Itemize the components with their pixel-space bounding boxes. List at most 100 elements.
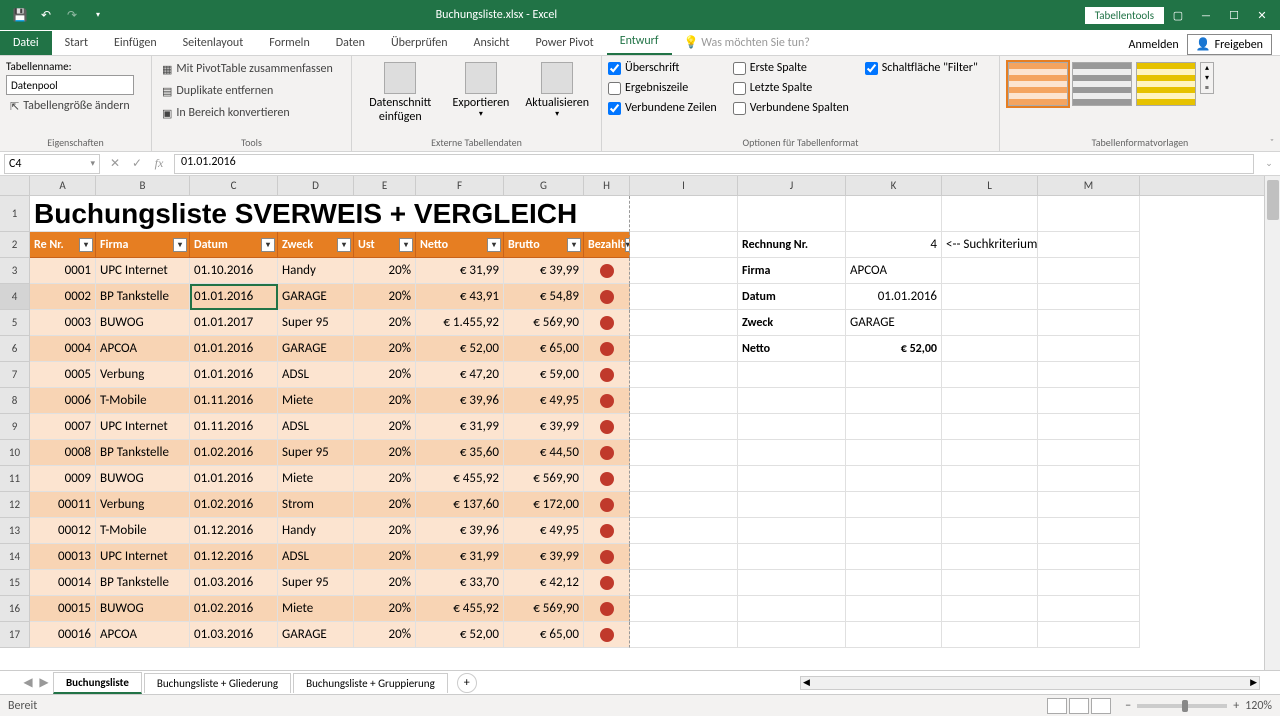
row-header-13[interactable]: 13 — [0, 518, 30, 544]
close-button[interactable]: ✕ — [1248, 4, 1276, 26]
cell[interactable]: 20% — [354, 544, 416, 570]
last-col-checkbox[interactable]: Letzte Spalte — [733, 80, 849, 96]
cell[interactable]: € 569,90 — [504, 466, 584, 492]
cell[interactable]: € 31,99 — [416, 544, 504, 570]
cell[interactable] — [584, 310, 630, 336]
cell[interactable] — [584, 596, 630, 622]
cell[interactable]: Handy — [278, 258, 354, 284]
zoom-level[interactable]: 120% — [1245, 699, 1272, 713]
table-header-5[interactable]: Netto▾ — [416, 232, 504, 258]
column-header-A[interactable]: A — [30, 176, 96, 195]
cell[interactable]: 01.02.2016 — [190, 492, 278, 518]
remove-duplicates-button[interactable]: ▤ Duplikate entfernen — [158, 82, 277, 100]
row-header-7[interactable]: 7 — [0, 362, 30, 388]
table-style-orange[interactable] — [1008, 62, 1068, 106]
maximize-button[interactable]: ☐ — [1220, 4, 1248, 26]
cell[interactable]: Miete — [278, 388, 354, 414]
zoom-slider[interactable] — [1137, 704, 1227, 708]
column-header-C[interactable]: C — [190, 176, 278, 195]
table-header-2[interactable]: Datum▾ — [190, 232, 278, 258]
cell[interactable]: € 52,00 — [416, 336, 504, 362]
cell[interactable] — [584, 258, 630, 284]
ribbon-options-button[interactable]: ▢ — [1164, 4, 1192, 26]
sheet-nav-prev[interactable]: ◀ — [20, 675, 36, 690]
column-header-D[interactable]: D — [278, 176, 354, 195]
cell[interactable]: € 137,60 — [416, 492, 504, 518]
minimize-button[interactable]: — — [1192, 4, 1220, 26]
column-header-I[interactable]: I — [630, 176, 738, 195]
cell[interactable]: 01.01.2017 — [190, 310, 278, 336]
cell[interactable]: 01.01.2016 — [190, 362, 278, 388]
cell[interactable]: 00012 — [30, 518, 96, 544]
sheet-tab-3[interactable]: Buchungsliste + Gruppierung — [293, 673, 448, 693]
cell[interactable]: € 65,00 — [504, 336, 584, 362]
cell[interactable] — [584, 622, 630, 648]
worksheet-grid[interactable]: ABCDEFGHIJKLM 1234567891011121314151617 … — [0, 176, 1280, 670]
column-header-G[interactable]: G — [504, 176, 584, 195]
table-header-4[interactable]: Ust▾ — [354, 232, 416, 258]
cell[interactable]: 01.01.2016 — [190, 466, 278, 492]
cell[interactable]: 00011 — [30, 492, 96, 518]
cell[interactable]: Verbung — [96, 362, 190, 388]
cell[interactable]: BUWOG — [96, 310, 190, 336]
row-header-10[interactable]: 10 — [0, 440, 30, 466]
view-normal-button[interactable] — [1047, 698, 1067, 714]
sheet-tab-2[interactable]: Buchungsliste + Gliederung — [144, 673, 291, 693]
pivot-summarize-button[interactable]: ▦ Mit PivotTable zusammenfassen — [158, 60, 337, 78]
cell[interactable] — [584, 518, 630, 544]
cell[interactable]: 0004 — [30, 336, 96, 362]
undo-button[interactable]: ↶ — [34, 3, 58, 27]
row-header-12[interactable]: 12 — [0, 492, 30, 518]
row-header-4[interactable]: 4 — [0, 284, 30, 310]
column-header-E[interactable]: E — [354, 176, 416, 195]
cell[interactable]: GARAGE — [278, 284, 354, 310]
cell[interactable]: € 42,12 — [504, 570, 584, 596]
cell[interactable]: Handy — [278, 518, 354, 544]
first-col-checkbox[interactable]: Erste Spalte — [733, 60, 849, 76]
cell[interactable]: 01.01.2016 — [190, 284, 278, 310]
cell[interactable]: 20% — [354, 466, 416, 492]
row-header-3[interactable]: 3 — [0, 258, 30, 284]
banded-cols-checkbox[interactable]: Verbundene Spalten — [733, 100, 849, 116]
cell[interactable]: 01.03.2016 — [190, 570, 278, 596]
cell[interactable] — [584, 284, 630, 310]
signin-link[interactable]: Anmelden — [1129, 38, 1179, 52]
cell[interactable]: 0002 — [30, 284, 96, 310]
cell[interactable]: Super 95 — [278, 310, 354, 336]
cell[interactable]: Miete — [278, 596, 354, 622]
cell[interactable]: 01.02.2016 — [190, 596, 278, 622]
cell[interactable]: 01.01.2016 — [190, 336, 278, 362]
cell[interactable]: 01.10.2016 — [190, 258, 278, 284]
cell[interactable]: 00015 — [30, 596, 96, 622]
cell[interactable]: 20% — [354, 440, 416, 466]
row-header-16[interactable]: 16 — [0, 596, 30, 622]
cell[interactable]: € 59,00 — [504, 362, 584, 388]
cell[interactable]: BUWOG — [96, 466, 190, 492]
insert-function-button[interactable]: fx — [148, 153, 170, 175]
cell[interactable]: € 31,99 — [416, 258, 504, 284]
cell[interactable]: 00014 — [30, 570, 96, 596]
tab-view[interactable]: Ansicht — [461, 31, 523, 55]
tab-review[interactable]: Überprüfen — [378, 31, 461, 55]
cell[interactable]: ADSL — [278, 544, 354, 570]
cell[interactable] — [584, 466, 630, 492]
cell[interactable]: 20% — [354, 414, 416, 440]
table-style-gray[interactable] — [1072, 62, 1132, 106]
cell[interactable]: 20% — [354, 388, 416, 414]
cell[interactable]: € 33,70 — [416, 570, 504, 596]
row-header-11[interactable]: 11 — [0, 466, 30, 492]
cell[interactable]: 20% — [354, 362, 416, 388]
header-row-checkbox[interactable]: Überschrift — [608, 60, 717, 76]
formula-enter-button[interactable]: ✓ — [126, 153, 148, 175]
tab-formulas[interactable]: Formeln — [256, 31, 322, 55]
cell[interactable]: UPC Internet — [96, 258, 190, 284]
cell[interactable]: Super 95 — [278, 570, 354, 596]
cell[interactable]: 20% — [354, 336, 416, 362]
formula-cancel-button[interactable]: ✕ — [104, 153, 126, 175]
tell-me-search[interactable]: 💡 Was möchten Sie tun? — [672, 30, 822, 55]
cell[interactable]: 20% — [354, 284, 416, 310]
column-header-B[interactable]: B — [96, 176, 190, 195]
cell[interactable]: € 54,89 — [504, 284, 584, 310]
cell[interactable] — [584, 414, 630, 440]
cell[interactable] — [584, 440, 630, 466]
